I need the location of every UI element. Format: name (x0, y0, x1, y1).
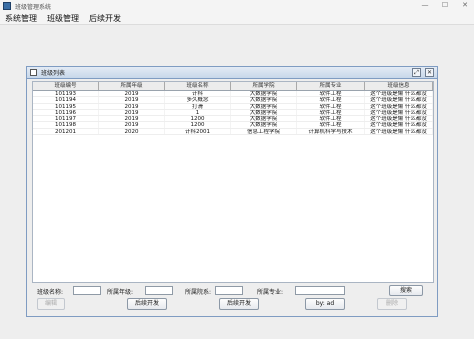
cell: 101195 (33, 103, 99, 109)
college-input[interactable] (215, 286, 243, 295)
cell: 计算机科学与技术 (297, 128, 365, 135)
author-button[interactable]: by: ad (305, 298, 345, 310)
frame-controls: ⤢ ✕ (412, 68, 434, 77)
major-label: 所属专业: (257, 289, 284, 296)
search-button[interactable]: 搜索 (389, 285, 423, 296)
cell: 软件工程 (297, 116, 365, 122)
cell: 2019 (99, 109, 165, 116)
column-header-grade[interactable]: 所属年级 (99, 82, 165, 90)
grade-input[interactable] (145, 286, 173, 295)
cell: 大数据学院 (231, 122, 297, 128)
menu-system-management[interactable]: 系统管理 (3, 13, 39, 24)
menu-class-management[interactable]: 班级管理 (45, 13, 81, 24)
cell: 软件工程 (297, 122, 365, 128)
cell: 软件工程 (297, 97, 365, 103)
cell: 2019 (99, 91, 165, 97)
cell: 计科2001 (165, 128, 231, 135)
app-icon (3, 2, 11, 10)
window-title: 班级管理系统 (15, 3, 52, 11)
table-header: 班级编号 所属年级 班级名称 所属学院 所属专业 班级信息 (33, 82, 433, 91)
class-name-input[interactable] (73, 286, 101, 295)
cell: 这个班级是懒 什么都没 (365, 109, 433, 116)
cell: 这个班级是懒 什么都没 (365, 128, 433, 135)
cell: 2019 (99, 97, 165, 103)
cell: 101194 (33, 97, 99, 103)
close-icon[interactable]: ✕ (460, 1, 470, 9)
cell: 软件工程 (297, 103, 365, 109)
column-header-class-id[interactable]: 班级编号 (33, 82, 99, 90)
cell: 2019 (99, 103, 165, 109)
cell: 计科 (165, 91, 231, 97)
cell: 1200 (165, 122, 231, 128)
cell: 大数据学院 (231, 109, 297, 116)
column-header-major[interactable]: 所属专业 (297, 82, 365, 90)
minimize-icon[interactable]: — (420, 1, 430, 9)
frame-close-icon[interactable]: ✕ (425, 68, 434, 77)
frame-icon (30, 69, 37, 76)
future-dev-button-1[interactable]: 后续开发 (127, 298, 167, 310)
major-input[interactable] (295, 286, 345, 295)
frame-titlebar[interactable]: 班级列表 ⤢ ✕ (27, 67, 437, 79)
cell: 信息工程学院 (231, 128, 297, 135)
college-label: 所属院系: (185, 289, 212, 296)
cell: 101198 (33, 122, 99, 128)
cell: 这个班级是懒 什么都没 (365, 116, 433, 122)
menu-future-development[interactable]: 后续开发 (87, 13, 123, 24)
column-header-college[interactable]: 所属学院 (231, 82, 297, 90)
cell: 101196 (33, 109, 99, 116)
cell: 打滑 (165, 103, 231, 109)
class-name-label: 班级名称: (37, 289, 64, 296)
cell: 软件工程 (297, 91, 365, 97)
window-controls: — ☐ ✕ (420, 1, 470, 9)
class-list-frame: 班级列表 ⤢ ✕ 班级编号 所属年级 班级名称 所属学院 所属专业 班级信息 1… (26, 66, 438, 317)
frame-title: 班级列表 (41, 70, 66, 77)
cell: 101193 (33, 91, 99, 97)
cell: 多久概念 (165, 97, 231, 103)
table-row[interactable]: 201201 2020 计科2001 信息工程学院 计算机科学与技术 这个班级是… (33, 128, 433, 136)
cell: 这个班级是懒 什么都没 (365, 91, 433, 97)
cell: 软件工程 (297, 109, 365, 116)
future-dev-button-2[interactable]: 后续开发 (219, 298, 259, 310)
menu-bar: 系统管理 班级管理 后续开发 (0, 12, 474, 25)
cell: 1 (165, 109, 231, 116)
cell: 2019 (99, 122, 165, 128)
cell: 这个班级是懒 什么都没 (365, 97, 433, 103)
cell: 1200 (165, 116, 231, 122)
edit-button[interactable]: 编辑 (37, 298, 65, 310)
grade-label: 所属年级: (107, 289, 134, 296)
window-titlebar: 班级管理系统 — ☐ ✕ (0, 0, 474, 12)
cell: 201201 (33, 128, 99, 135)
cell: 2020 (99, 128, 165, 135)
cell: 101197 (33, 116, 99, 122)
frame-maximize-icon[interactable]: ⤢ (412, 68, 421, 77)
cell: 大数据学院 (231, 97, 297, 103)
cell: 大数据学院 (231, 103, 297, 109)
column-header-class-info[interactable]: 班级信息 (365, 82, 433, 90)
cell: 这个班级是懒 什么都没 (365, 122, 433, 128)
cell: 大数据学院 (231, 91, 297, 97)
cell: 大数据学院 (231, 116, 297, 122)
filter-bar: 班级名称: 所属年级: 所属院系: 所属专业: 搜索 (37, 285, 437, 296)
column-header-class-name[interactable]: 班级名称 (165, 82, 231, 90)
class-table[interactable]: 班级编号 所属年级 班级名称 所属学院 所属专业 班级信息 101193 201… (32, 81, 434, 283)
cell: 这个班级是懒 什么都没 (365, 103, 433, 109)
cell: 2019 (99, 116, 165, 122)
maximize-icon[interactable]: ☐ (440, 1, 450, 9)
delete-button[interactable]: 删除 (377, 298, 407, 310)
